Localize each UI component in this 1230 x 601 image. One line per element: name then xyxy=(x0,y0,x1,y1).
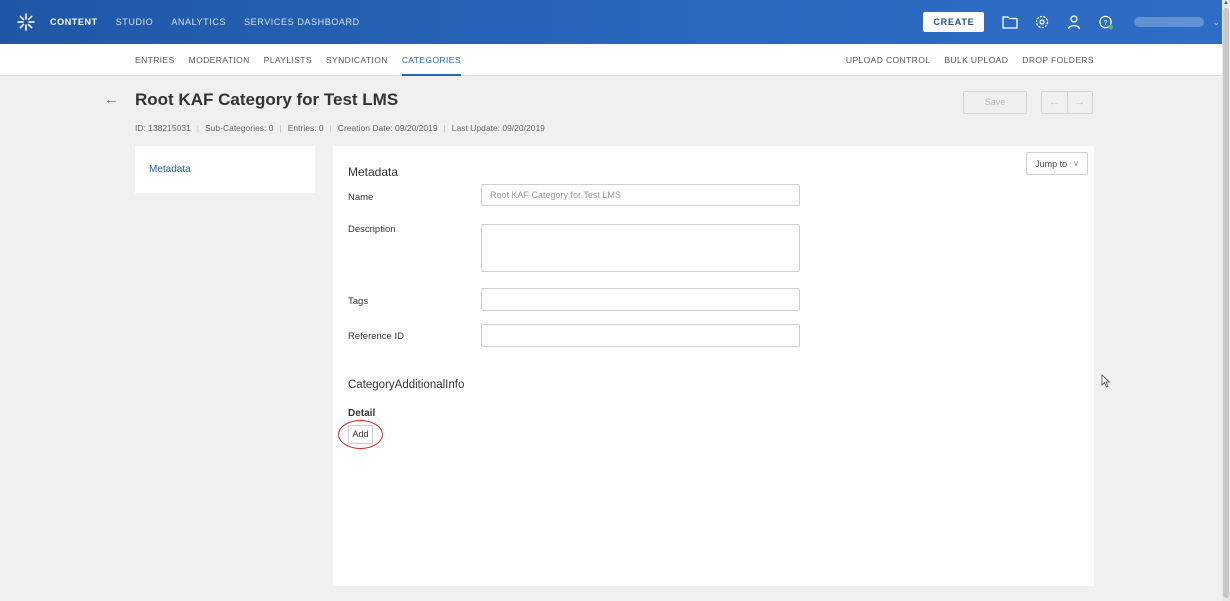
chevron-down-icon: ∨ xyxy=(1073,159,1079,168)
name-field-value: Root KAF Category for Test LMS xyxy=(490,190,621,200)
mouse-cursor-icon xyxy=(1101,374,1111,391)
previous-arrow-icon[interactable]: ← xyxy=(1042,92,1068,113)
kaltura-logo-icon[interactable] xyxy=(14,10,38,34)
next-arrow-icon[interactable]: → xyxy=(1068,92,1093,113)
subnav-syndication[interactable]: SYNDICATION xyxy=(326,44,388,76)
svg-text:?: ? xyxy=(1104,17,1108,26)
detail-label: Detail xyxy=(348,408,376,419)
category-meta-info: ID: 138215031 | Sub-Categories: 0 | Entr… xyxy=(135,123,545,133)
separator: | xyxy=(279,123,282,133)
metadata-section-title: Metadata xyxy=(348,165,399,179)
subnav-upload-control[interactable]: UPLOAD CONTROL xyxy=(846,44,930,76)
jump-to-dropdown[interactable]: Jump to ∨ xyxy=(1026,152,1088,175)
section-sidebar: Metadata xyxy=(135,146,315,193)
add-detail-button[interactable]: Add xyxy=(348,425,373,444)
user-icon[interactable] xyxy=(1066,14,1082,30)
scrollbar-thumb[interactable] xyxy=(1223,8,1229,598)
name-label: Name xyxy=(348,192,374,203)
subnav-entries[interactable]: ENTRIES xyxy=(135,44,175,76)
nav-content[interactable]: CONTENT xyxy=(50,17,98,27)
metadata-form-panel: Jump to ∨ Metadata Name Root KAF Categor… xyxy=(333,146,1094,586)
creation-date: Creation Date: 09/20/2019 xyxy=(337,123,438,133)
page-title: Root KAF Category for Test LMS xyxy=(135,90,399,109)
account-chevron-down-icon[interactable]: ⌄ xyxy=(1212,17,1220,28)
subcategories-count: Sub-Categories: 0 xyxy=(205,123,274,133)
nav-services-dashboard[interactable]: SERVICES DASHBOARD xyxy=(244,17,360,27)
reference-id-field[interactable] xyxy=(481,324,800,347)
category-id: ID: 138215031 xyxy=(135,123,191,133)
scroll-up-arrow-icon[interactable]: ▲ xyxy=(1222,0,1230,8)
top-navigation-bar: CONTENT STUDIO ANALYTICS SERVICES DASHBO… xyxy=(0,0,1222,44)
separator: | xyxy=(443,123,446,133)
page-scrollbar[interactable]: ▲ xyxy=(1222,0,1230,601)
subnav-drop-folders[interactable]: DROP FOLDERS xyxy=(1022,44,1094,76)
top-right-actions: CREATE ? ⌄ xyxy=(923,0,1222,44)
gear-icon[interactable] xyxy=(1034,14,1050,30)
tags-field[interactable] xyxy=(481,288,800,311)
sub-navigation-bar: ENTRIES MODERATION PLAYLISTS SYNDICATION… xyxy=(0,44,1222,76)
arrow-left-icon[interactable]: ← xyxy=(104,91,119,108)
subnav-moderation[interactable]: MODERATION xyxy=(189,44,250,76)
separator: | xyxy=(329,123,332,133)
main-menu: CONTENT STUDIO ANALYTICS SERVICES DASHBO… xyxy=(50,17,378,27)
tags-label: Tags xyxy=(348,296,369,307)
description-label: Description xyxy=(348,224,396,235)
prev-next-navigation: ← → xyxy=(1041,91,1093,114)
sidebar-item-metadata[interactable]: Metadata xyxy=(149,164,191,175)
account-name-blurred[interactable] xyxy=(1134,17,1205,27)
reference-id-label: Reference ID xyxy=(348,331,404,342)
subnav-playlists[interactable]: PLAYLISTS xyxy=(264,44,312,76)
subnav-bulk-upload[interactable]: BULK UPLOAD xyxy=(944,44,1008,76)
nav-studio[interactable]: STUDIO xyxy=(116,17,154,27)
save-button[interactable]: Save xyxy=(963,91,1027,114)
last-update: Last Update: 09/20/2019 xyxy=(451,123,545,133)
entries-count: Entries: 0 xyxy=(287,123,324,133)
description-field[interactable] xyxy=(481,224,800,272)
separator: | xyxy=(196,123,199,133)
create-button[interactable]: CREATE xyxy=(923,12,985,32)
help-icon[interactable]: ? xyxy=(1098,14,1114,30)
folder-icon[interactable] xyxy=(1002,14,1019,30)
nav-analytics[interactable]: ANALYTICS xyxy=(171,17,226,27)
name-field[interactable]: Root KAF Category for Test LMS xyxy=(481,184,800,206)
additional-info-section-title: CategoryAdditionalInfo xyxy=(348,379,465,391)
subnav-categories[interactable]: CATEGORIES xyxy=(401,44,462,76)
jump-to-label: Jump to xyxy=(1035,158,1068,169)
